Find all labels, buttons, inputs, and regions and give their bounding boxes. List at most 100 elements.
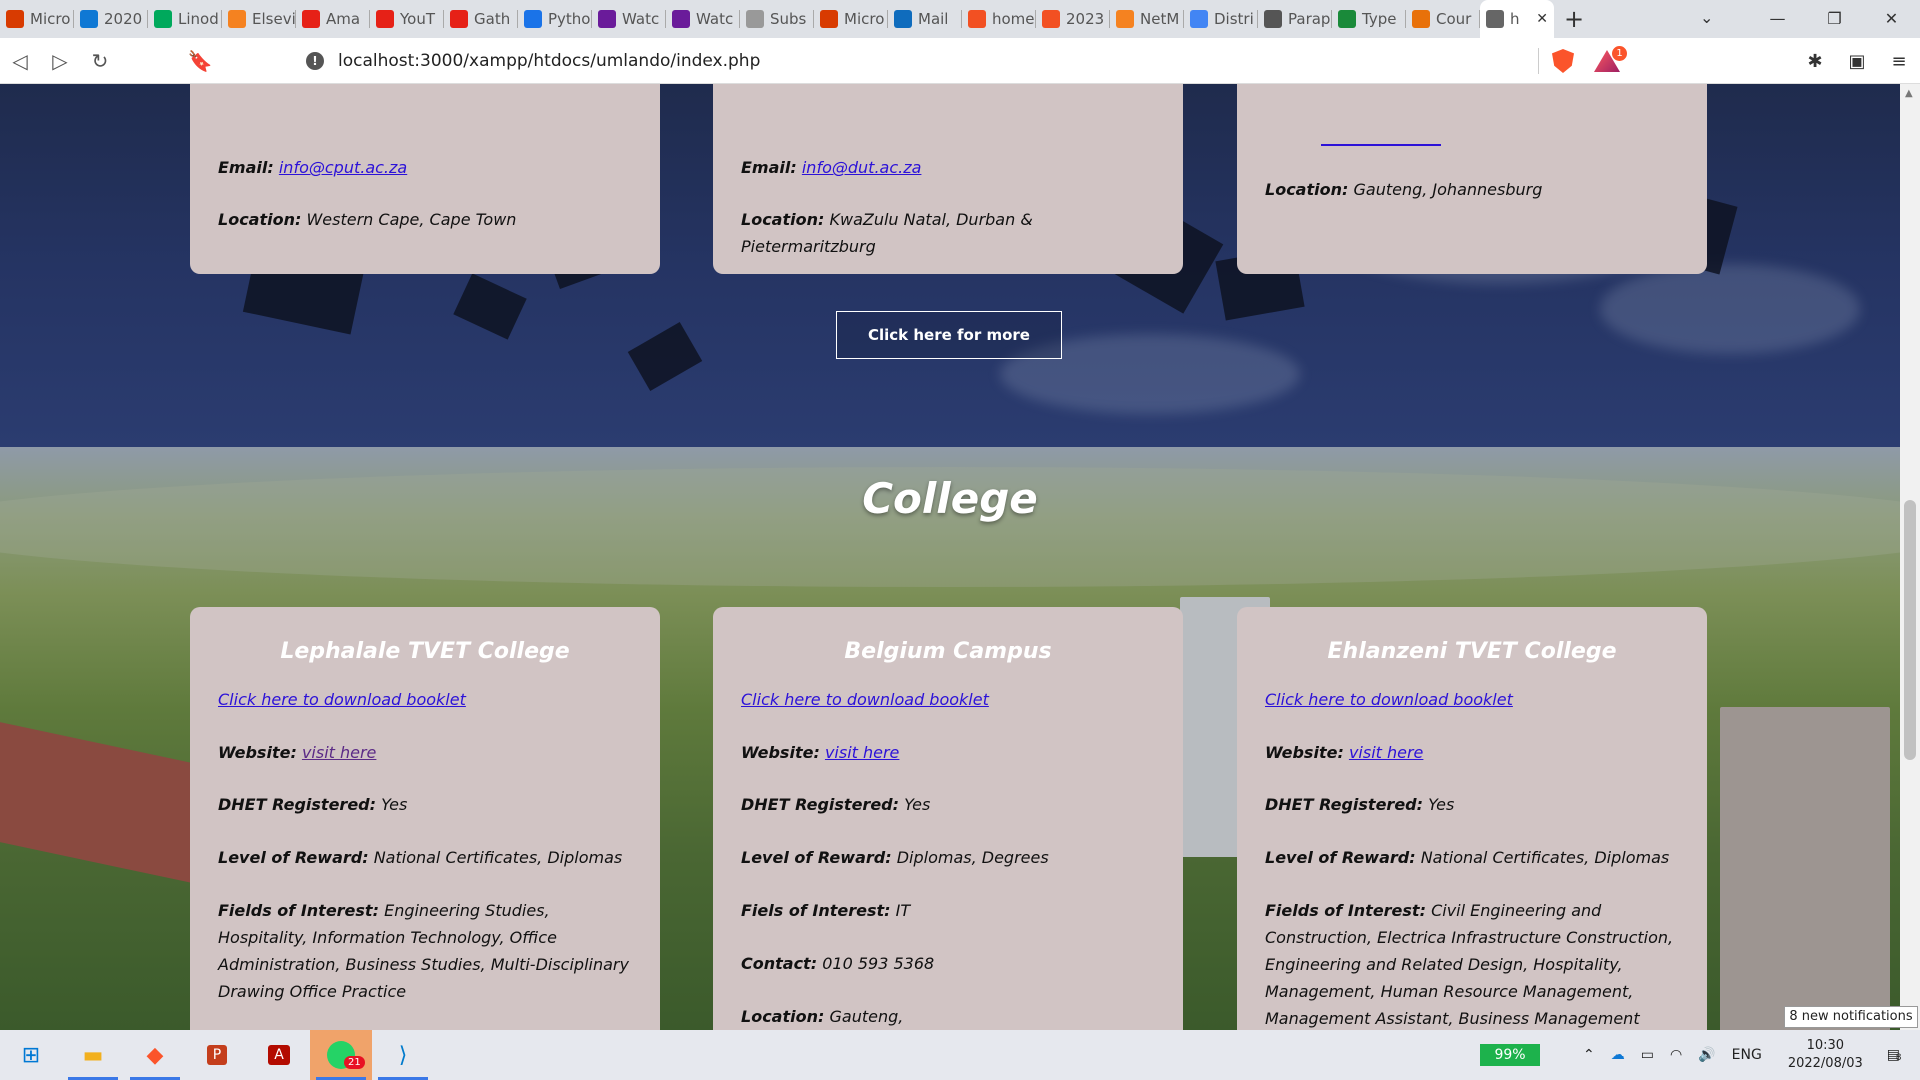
home-icon (968, 10, 986, 28)
whatsapp-icon[interactable]: 21 (310, 1030, 372, 1080)
website-link[interactable]: visit here (1349, 743, 1423, 762)
restore-button[interactable]: ❐ (1806, 0, 1863, 38)
browser-tab[interactable]: Micro (814, 0, 888, 38)
onedrive-tray-icon[interactable]: ☁ (1611, 1047, 1625, 1063)
location-label: Location: (741, 1007, 825, 1026)
website-link[interactable]: visit here (825, 743, 899, 762)
website-label: Website: (741, 743, 820, 762)
reward-value: National Certificates, Diplomas (1420, 848, 1670, 867)
minimize-button[interactable]: — (1749, 0, 1806, 38)
forward-icon[interactable]: ▷ (40, 49, 80, 73)
powerpoint-icon[interactable]: P (186, 1030, 248, 1080)
windows-start-icon[interactable]: ⊞ (0, 1030, 62, 1080)
system-tray: ⌃ ☁ ▭ ◠ 🔊 ENG 10:30 2022/08/03 ▤ 8 (1575, 1030, 1920, 1080)
browser-tab[interactable]: Subs (740, 0, 814, 38)
email-link[interactable]: info@dut.ac.za (802, 158, 922, 177)
url-text: localhost:3000/xampp/htdocs/umlando/inde… (338, 51, 761, 71)
site-info-icon[interactable]: ! (306, 52, 324, 70)
file-explorer-icon[interactable]: ▬ (62, 1030, 124, 1080)
browser-tab[interactable]: Gath (444, 0, 518, 38)
page-scrollbar[interactable]: ▲ (1900, 84, 1920, 1030)
browser-tab[interactable]: 2020 (74, 0, 148, 38)
python-icon (524, 10, 542, 28)
acrobat-icon[interactable]: A (248, 1030, 310, 1080)
rewards-badge: 1 (1612, 46, 1627, 61)
volume-icon[interactable]: 🔊 (1698, 1047, 1715, 1063)
browser-tab[interactable]: Ama (296, 0, 370, 38)
dhet-value: Yes (381, 795, 408, 814)
onedrive-icon (80, 10, 98, 28)
reward-value: Diplomas, Degrees (896, 848, 1049, 867)
website-link[interactable]: visit here (302, 743, 376, 762)
tab-label: Ama (326, 10, 361, 28)
email-label: Email: (218, 158, 274, 177)
browser-tab[interactable]: Mail (888, 0, 962, 38)
notification-tooltip: 8 new notifications (1784, 1006, 1918, 1028)
brave-shields-icon[interactable] (1552, 49, 1574, 73)
location-label: Location: (218, 210, 302, 229)
active-browser-tab[interactable]: h ✕ (1480, 0, 1554, 38)
browser-tab[interactable]: Distri (1184, 0, 1258, 38)
date-text: 2022/08/03 (1787, 1056, 1863, 1071)
fields-label: Fiels of Interest: (741, 901, 891, 920)
download-booklet-link[interactable]: Click here to download booklet (218, 690, 466, 709)
browser-tab[interactable]: Elsevi (222, 0, 296, 38)
calendar-icon (1042, 10, 1060, 28)
college-name: Lephalale TVET College (280, 639, 570, 664)
close-window-button[interactable]: ✕ (1863, 0, 1920, 38)
reload-icon[interactable]: ↻ (80, 49, 120, 73)
battery-indicator[interactable]: 99% (1480, 1044, 1540, 1066)
brave-browser-icon[interactable]: ◆ (124, 1030, 186, 1080)
battery-tray-icon[interactable]: ▭ (1641, 1047, 1654, 1063)
close-tab-icon[interactable]: ✕ (1536, 11, 1548, 27)
wifi-icon[interactable]: ◠ (1670, 1047, 1682, 1063)
tab-label: h (1510, 10, 1520, 28)
tab-label: Micro (844, 10, 885, 28)
tab-label: Subs (770, 10, 807, 28)
location-value: Western Cape, Cape Town (306, 210, 517, 229)
download-booklet-link[interactable]: Click here to download booklet (1265, 690, 1513, 709)
location-value: Gauteng, (829, 1007, 904, 1026)
globe-icon (1486, 10, 1504, 28)
vscode-icon[interactable]: ⟩ (372, 1030, 434, 1080)
tab-label: 2020 (104, 10, 143, 28)
browser-tab[interactable]: Watc (666, 0, 740, 38)
browser-tab[interactable]: Cour (1406, 0, 1480, 38)
extensions-icon[interactable]: ✱ (1794, 51, 1836, 72)
scroll-up-icon[interactable]: ▲ (1905, 88, 1913, 99)
browser-tab[interactable]: home (962, 0, 1036, 38)
more-universities-button[interactable]: Click here for more (836, 311, 1062, 359)
browser-tab[interactable]: Type (1332, 0, 1406, 38)
download-booklet-link[interactable]: Click here to download booklet (741, 690, 989, 709)
browser-tab[interactable]: YouT (370, 0, 444, 38)
youtube-icon (376, 10, 394, 28)
notification-center-icon[interactable]: ▤ 8 (1887, 1047, 1902, 1063)
browser-tab[interactable]: Watc (592, 0, 666, 38)
wallet-icon[interactable]: ▣ (1836, 51, 1878, 72)
email-link[interactable]: info@cput.ac.za (279, 158, 407, 177)
contact-label: Contact: (741, 954, 818, 973)
browser-tab[interactable]: Micro (0, 0, 74, 38)
new-tab-button[interactable]: + (1554, 5, 1594, 33)
language-indicator[interactable]: ENG (1732, 1047, 1762, 1063)
browser-tab[interactable]: NetM (1110, 0, 1184, 38)
address-bar[interactable]: ! localhost:3000/xampp/htdocs/umlando/in… (296, 43, 1540, 79)
tab-label: 2023 (1066, 10, 1105, 28)
university-card: Email: info@cput.ac.za Location: Western… (190, 84, 660, 274)
browser-tab[interactable]: Pytho (518, 0, 592, 38)
bookmark-icon[interactable]: 🔖 (180, 49, 220, 73)
scrollbar-thumb[interactable] (1904, 500, 1916, 760)
tab-search-chevron-icon[interactable]: ⌄ (1700, 8, 1713, 27)
browser-tab[interactable]: Parap (1258, 0, 1332, 38)
clipped-email-link[interactable] (1321, 144, 1441, 146)
toolbar-divider (1538, 48, 1539, 74)
tray-chevron-icon[interactable]: ⌃ (1583, 1047, 1595, 1063)
browser-tab[interactable]: Linod (148, 0, 222, 38)
back-icon[interactable]: ◁ (0, 49, 40, 73)
browser-tab[interactable]: 2023 (1036, 0, 1110, 38)
clock[interactable]: 10:30 2022/08/03 (1788, 1037, 1863, 1073)
website-label: Website: (1265, 743, 1344, 762)
tab-label: Mail (918, 10, 949, 28)
play-icon (598, 10, 616, 28)
menu-icon[interactable]: ≡ (1878, 51, 1920, 72)
